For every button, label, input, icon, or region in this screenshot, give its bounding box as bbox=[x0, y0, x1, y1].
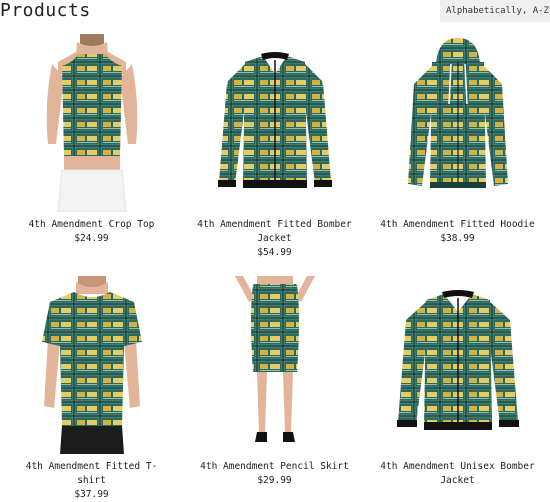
product-name[interactable]: 4th Amendment Crop Top bbox=[0, 218, 183, 232]
product-price: $29.99 bbox=[257, 475, 292, 486]
page-title: Products bbox=[0, 0, 91, 21]
product-name[interactable]: 4th Amendment Pencil Skirt bbox=[183, 460, 366, 474]
product-card-unisex-bomber-jacket[interactable]: 4th Amendment Unisex Bomber Jacket bbox=[366, 276, 549, 488]
sort-selected-label: Alphabetically, A-Z bbox=[446, 6, 549, 16]
product-image-crop-top[interactable] bbox=[21, 34, 162, 212]
product-card-fitted-bomber-jacket[interactable]: 4th Amendment Fitted Bomber Jacket $54.9… bbox=[183, 34, 366, 260]
product-image-pencil-skirt[interactable] bbox=[204, 276, 345, 454]
product-image-fitted-hoodie[interactable] bbox=[387, 34, 528, 212]
product-card-pencil-skirt[interactable]: 4th Amendment Pencil Skirt $29.99 bbox=[183, 276, 366, 488]
product-image-fitted-t-shirt[interactable] bbox=[21, 276, 162, 454]
product-card-crop-top[interactable]: 4th Amendment Crop Top $24.99 bbox=[0, 34, 183, 246]
product-image-unisex-bomber-jacket[interactable] bbox=[387, 276, 528, 454]
sort-select[interactable]: Alphabetically, A-Z⌄ bbox=[440, 0, 550, 22]
product-name[interactable]: 4th Amendment Fitted Hoodie bbox=[366, 218, 549, 232]
product-price: $24.99 bbox=[74, 233, 109, 244]
product-name[interactable]: 4th Amendment Fitted Bomber Jacket bbox=[183, 218, 366, 246]
product-price: $54.99 bbox=[257, 247, 292, 258]
product-image-fitted-bomber-jacket[interactable] bbox=[204, 34, 345, 212]
product-card-fitted-t-shirt[interactable]: 4th Amendment Fitted T-shirt $37.99 bbox=[0, 276, 183, 502]
product-card-fitted-hoodie[interactable]: 4th Amendment Fitted Hoodie $38.99 bbox=[366, 34, 549, 246]
product-name[interactable]: 4th Amendment Fitted T-shirt bbox=[0, 460, 183, 488]
product-price: $37.99 bbox=[74, 489, 109, 500]
product-price: $38.99 bbox=[440, 233, 475, 244]
product-name[interactable]: 4th Amendment Unisex Bomber Jacket bbox=[366, 460, 549, 488]
